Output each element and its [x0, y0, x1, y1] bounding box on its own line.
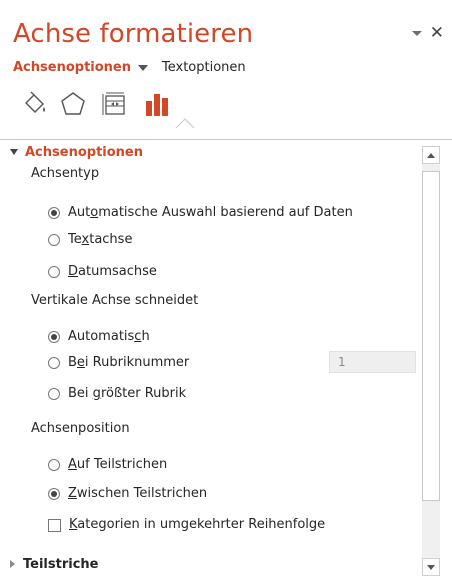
radio-button[interactable]	[48, 357, 60, 369]
pane-options-dropdown-icon[interactable]	[411, 30, 422, 36]
axis-options-bar-chart-icon[interactable]	[142, 89, 172, 119]
axis-position-label: Achsenposition	[31, 421, 130, 436]
vertical-scrollbar[interactable]	[422, 146, 440, 576]
title-controls: ✕	[411, 25, 444, 42]
radio-button[interactable]	[48, 459, 60, 471]
close-icon[interactable]: ✕	[430, 25, 444, 42]
scroll-up-arrow-icon[interactable]	[422, 146, 440, 164]
section-axis-options-title: Achsenoptionen	[25, 145, 143, 160]
radio-crosses-max-category[interactable]: Bei größter Rubrik	[48, 383, 186, 405]
radio-axis-type-date[interactable]: Datumsachse	[48, 261, 157, 283]
expand-arrow-icon	[10, 560, 15, 568]
checkbox-label: Kategorien in umgekehrter Reihenfolge	[69, 517, 326, 532]
radio-button[interactable]	[48, 331, 60, 343]
pane-title: Achse formatieren	[13, 19, 254, 49]
selected-tab-indicator	[176, 118, 194, 128]
effects-pentagon-icon[interactable]	[58, 89, 88, 119]
vertical-axis-crosses-label: Vertikale Achse schneidet	[31, 293, 199, 308]
category-number-input[interactable]: 1	[329, 351, 416, 373]
options-tabs: Achsenoptionen Textoptionen	[13, 60, 246, 75]
radio-button[interactable]	[48, 234, 60, 246]
radio-button[interactable]	[48, 388, 60, 400]
radio-button[interactable]	[48, 488, 60, 500]
radio-axis-type-automatic[interactable]: Automatische Auswahl basierend auf Daten	[48, 202, 353, 224]
checkbox-reverse-order[interactable]: Kategorien in umgekehrter Reihenfolge	[48, 514, 325, 536]
scrollbar-thumb[interactable]	[422, 171, 440, 501]
radio-crosses-category-number[interactable]: Bei Rubriknummer	[48, 352, 189, 374]
radio-crosses-automatic[interactable]: Automatisch	[48, 326, 150, 348]
tab-text-options[interactable]: Textoptionen	[162, 60, 246, 75]
radio-label: Automatisch	[68, 329, 150, 344]
section-axis-options[interactable]: Achsenoptionen	[10, 142, 143, 164]
options-scroll-area: Achsenoptionen Achsentyp Automatische Au…	[0, 140, 452, 581]
collapse-arrow-icon	[10, 149, 18, 155]
radio-position-on-tick-marks[interactable]: Auf Teilstrichen	[48, 454, 167, 476]
size-properties-icon[interactable]	[100, 89, 130, 119]
chevron-down-icon[interactable]	[138, 64, 148, 71]
radio-button[interactable]	[48, 266, 60, 278]
axis-type-label: Achsentyp	[31, 166, 100, 181]
radio-button[interactable]	[48, 207, 60, 219]
radio-axis-type-text[interactable]: Textachse	[48, 229, 132, 251]
fill-line-icon[interactable]	[20, 89, 50, 119]
radio-label: Automatische Auswahl basierend auf Daten	[68, 205, 353, 220]
radio-label: Textachse	[68, 232, 133, 247]
radio-label: Bei größter Rubrik	[68, 386, 187, 401]
radio-label: Bei Rubriknummer	[68, 355, 190, 370]
section-tick-marks[interactable]: Teilstriche	[10, 554, 98, 576]
radio-label: Auf Teilstrichen	[68, 457, 168, 472]
radio-label: Datumsachse	[68, 264, 157, 279]
radio-position-between-tick-marks[interactable]: Zwischen Teilstrichen	[48, 483, 207, 505]
section-tick-marks-title: Teilstriche	[23, 557, 99, 572]
category-icons	[20, 89, 220, 119]
radio-label: Zwischen Teilstrichen	[68, 486, 208, 501]
scroll-down-arrow-icon[interactable]	[422, 558, 440, 576]
format-axis-pane: Achse formatieren ✕ Achsenoptionen Texto…	[0, 0, 452, 581]
checkbox[interactable]	[48, 518, 61, 532]
tab-axis-options[interactable]: Achsenoptionen	[13, 60, 131, 75]
